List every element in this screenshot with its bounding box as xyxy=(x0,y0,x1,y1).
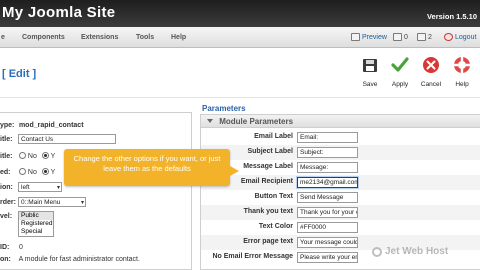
cancel-icon xyxy=(423,57,439,73)
toolbar-divider xyxy=(0,97,480,98)
messages-status[interactable]: 0 xyxy=(393,33,408,41)
site-title: My Joomla Site xyxy=(2,4,116,21)
menu-item-extensions[interactable]: Extensions xyxy=(81,34,118,41)
save-icon xyxy=(363,59,377,72)
enabled-yes-radio[interactable] xyxy=(41,168,49,175)
apply-button[interactable]: Apply xyxy=(385,56,415,88)
param-row-email-label: Email Label Email: xyxy=(201,130,480,145)
order-select[interactable]: 0::Main Menu ▾ xyxy=(18,197,86,207)
button-text-input[interactable]: Send Message xyxy=(297,192,358,203)
email-label-input[interactable]: Email: xyxy=(297,132,358,143)
chevron-down-icon: ▾ xyxy=(80,200,84,206)
module-type-row: ype: mod_rapid_contact xyxy=(0,122,84,129)
show-title-row: itle: No Y xyxy=(0,152,56,160)
menu-item-tools[interactable]: Tools xyxy=(136,34,154,41)
save-button[interactable]: Save xyxy=(355,56,385,88)
title-label: itle: xyxy=(0,136,13,143)
access-option-special[interactable]: Special xyxy=(19,228,53,236)
users-status[interactable]: 2 xyxy=(417,33,432,41)
position-select[interactable]: left ▾ xyxy=(18,182,62,192)
menu-item-help[interactable]: Help xyxy=(171,34,186,41)
thank-you-text-input[interactable]: Thank you for your e xyxy=(297,207,358,218)
tutorial-tooltip: Change the other options if you want, or… xyxy=(64,149,230,186)
preview-link[interactable]: Preview xyxy=(351,33,387,41)
site-header: My Joomla Site Version 1.5.10 xyxy=(0,0,480,27)
param-row-thank-you: Thank you text Thank you for your e xyxy=(201,205,480,220)
checkmark-icon xyxy=(391,57,409,72)
no-email-error-input[interactable]: Please write your em xyxy=(297,252,358,263)
order-label: rder: xyxy=(0,199,16,206)
page-title: [ Edit ] xyxy=(2,68,37,80)
text-color-input[interactable]: #FF0000 xyxy=(297,222,358,233)
access-level-list[interactable]: Public Registered Special xyxy=(18,211,54,237)
help-button[interactable]: Help xyxy=(447,56,477,88)
enabled-no-radio[interactable] xyxy=(18,168,26,175)
collapse-arrow-icon xyxy=(207,119,213,123)
param-row-subject-label: Subject Label Subject: xyxy=(201,145,480,160)
menu-item-site[interactable]: e xyxy=(1,34,5,41)
show-title-yes-radio[interactable] xyxy=(41,152,49,159)
users-icon xyxy=(417,33,426,41)
version-label: Version 1.5.10 xyxy=(426,12,477,21)
logout-icon xyxy=(444,33,453,41)
preview-icon xyxy=(351,33,360,41)
param-row-button-text: Button Text Send Message xyxy=(201,190,480,205)
joomla-admin-page: My Joomla Site Version 1.5.10 e Componen… xyxy=(0,0,480,270)
messages-icon xyxy=(393,33,402,41)
email-recipient-input[interactable]: me2134@gmail.com xyxy=(297,177,358,188)
id-row: ID: 0 xyxy=(0,244,23,251)
toolbar: [ Edit ] Save Apply Cancel Help xyxy=(0,53,480,95)
menu-item-components[interactable]: Components xyxy=(22,34,65,41)
details-panel: ype: mod_rapid_contact itle: Contact Us … xyxy=(0,112,192,270)
tooltip-pointer xyxy=(230,166,239,176)
param-row-text-color: Text Color #FF0000 xyxy=(201,220,480,235)
admin-menubar: e Components Extensions Tools Help Previ… xyxy=(0,27,480,48)
error-page-text-input[interactable]: Your message could xyxy=(297,237,358,248)
logout-link[interactable]: Logout xyxy=(444,33,476,41)
description-row: on: A module for fast administrator cont… xyxy=(0,256,140,263)
show-title-no-radio[interactable] xyxy=(18,152,26,159)
cancel-button[interactable]: Cancel xyxy=(416,56,446,88)
position-label: ion: xyxy=(0,184,13,191)
module-parameters-header[interactable]: Module Parameters xyxy=(201,115,480,128)
enabled-row: ed: No Y xyxy=(0,168,56,176)
parameters-title: Parameters xyxy=(202,104,246,113)
param-row-email-recipient: Email Recipient me2134@gmail.com xyxy=(201,175,480,190)
access-option-public[interactable]: Public xyxy=(19,212,53,220)
watermark: Jet Web Host xyxy=(372,246,448,257)
subject-label-input[interactable]: Subject: xyxy=(297,147,358,158)
access-label: vel: xyxy=(0,213,13,220)
chevron-down-icon: ▾ xyxy=(56,185,60,191)
title-input[interactable]: Contact Us xyxy=(18,134,116,144)
access-option-registered[interactable]: Registered xyxy=(19,220,53,228)
watermark-logo-icon xyxy=(372,246,382,257)
param-row-message-label: Message Label Message: xyxy=(201,160,480,175)
message-label-input[interactable]: Message: xyxy=(297,162,358,173)
lifebuoy-icon xyxy=(454,57,470,73)
